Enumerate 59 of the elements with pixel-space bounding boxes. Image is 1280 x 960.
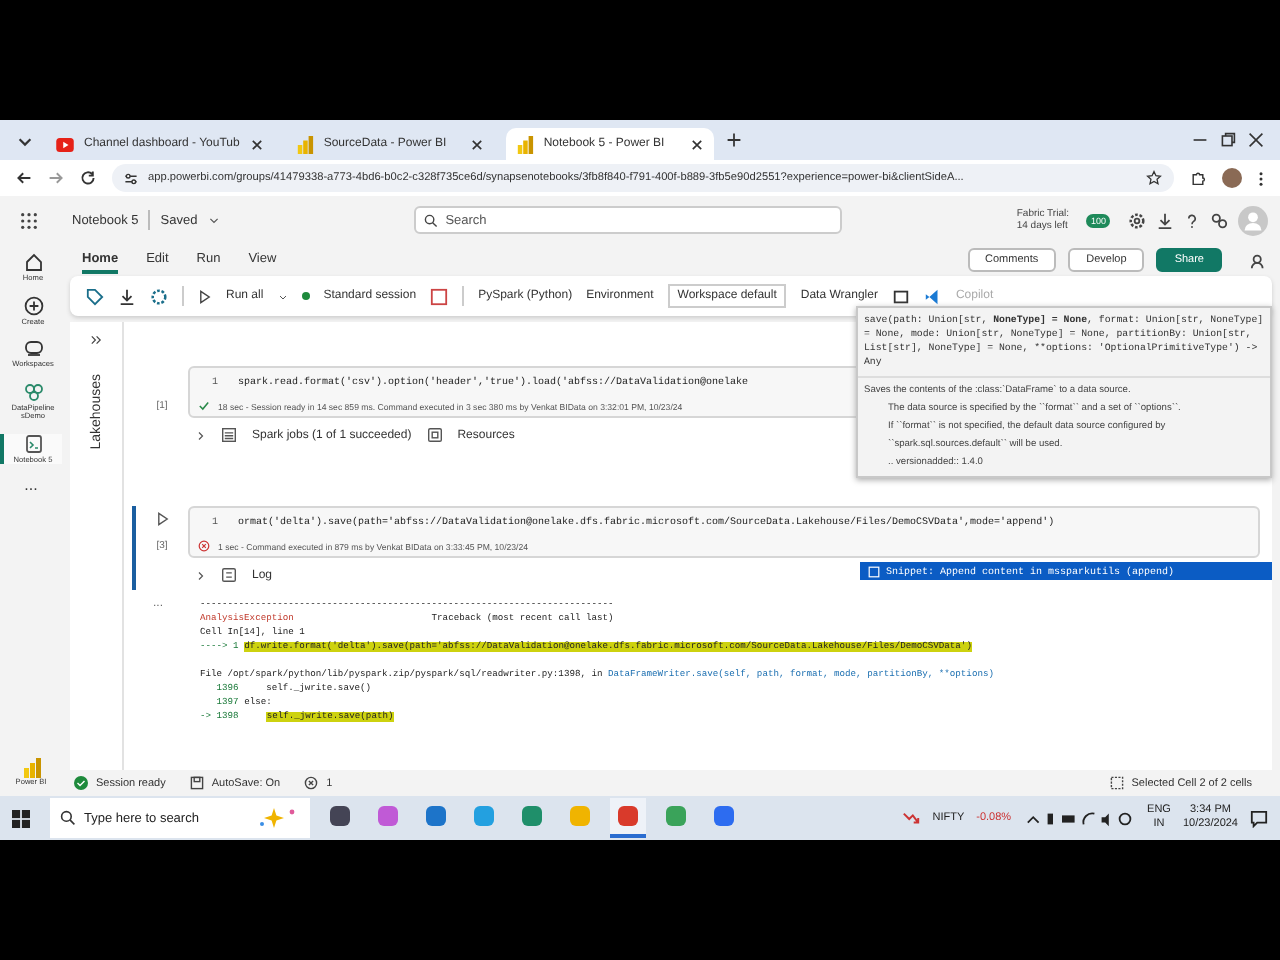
close-icon[interactable] [1248, 132, 1264, 148]
windows-logo-icon[interactable] [12, 809, 30, 827]
people-icon[interactable] [1250, 251, 1268, 269]
play-logo-icon [56, 137, 74, 151]
back-arrow-icon[interactable] [16, 170, 32, 186]
home-icon [23, 252, 43, 272]
notifications-icon[interactable] [1250, 809, 1268, 827]
double-chevron-icon[interactable] [90, 334, 102, 346]
selection-icon [1109, 776, 1124, 790]
error-icon [304, 776, 319, 790]
status-dot-icon [301, 292, 310, 300]
close-icon[interactable] [249, 137, 264, 151]
sparkles-icon [258, 808, 298, 828]
play-icon[interactable] [155, 512, 169, 526]
app-launcher-icon[interactable] [20, 211, 38, 229]
snippet-icon [868, 565, 880, 577]
star-icon[interactable] [1146, 170, 1162, 186]
trend-down-icon [902, 809, 921, 827]
avatar-icon[interactable] [1222, 168, 1242, 188]
frame-icon[interactable] [891, 287, 910, 305]
more-options-icon[interactable] [1258, 169, 1264, 187]
download-icon[interactable] [118, 287, 136, 305]
workspaces-icon [23, 338, 43, 359]
chevron-right-icon[interactable] [196, 429, 206, 441]
share-people-icon[interactable] [1210, 211, 1228, 229]
bar-chart-logo-icon [21, 758, 41, 779]
settings-icon[interactable] [150, 287, 168, 305]
bar-chart-logo-icon [295, 135, 314, 153]
tag-icon[interactable] [86, 287, 104, 305]
list-icon [222, 428, 236, 442]
close-icon[interactable] [689, 137, 704, 151]
taskbar-app-icon[interactable] [610, 798, 646, 838]
search-icon [60, 810, 76, 826]
save-icon [189, 776, 204, 790]
plus-icon[interactable] [725, 132, 742, 148]
close-icon[interactable] [469, 137, 484, 151]
download-icon[interactable] [1156, 211, 1174, 229]
folder-icon [427, 428, 442, 442]
reload-icon[interactable] [80, 170, 96, 186]
check-circle-icon [74, 776, 88, 790]
log-icon [222, 568, 236, 582]
sliders-icon [124, 171, 138, 185]
chevron-right-icon[interactable] [196, 569, 206, 581]
more-button[interactable]: ... [24, 476, 38, 495]
bar-chart-logo-icon [515, 135, 534, 153]
notebook-icon [23, 433, 43, 454]
code-cell[interactable] [188, 506, 1260, 558]
play-icon[interactable] [198, 289, 212, 303]
puzzle-piece-icon[interactable] [1190, 170, 1206, 186]
pipeline-icon [23, 381, 43, 402]
plus-circle-icon [23, 295, 43, 316]
stop-icon[interactable] [430, 287, 449, 305]
search-icon [423, 213, 438, 227]
code-editor-icon[interactable] [923, 287, 942, 305]
forward-arrow-icon[interactable] [48, 170, 64, 186]
tray-icons-drawing[interactable] [1023, 809, 1136, 827]
restore-icon[interactable] [1220, 132, 1236, 148]
help-icon[interactable] [1184, 211, 1200, 229]
settings-icon[interactable] [1128, 211, 1146, 229]
